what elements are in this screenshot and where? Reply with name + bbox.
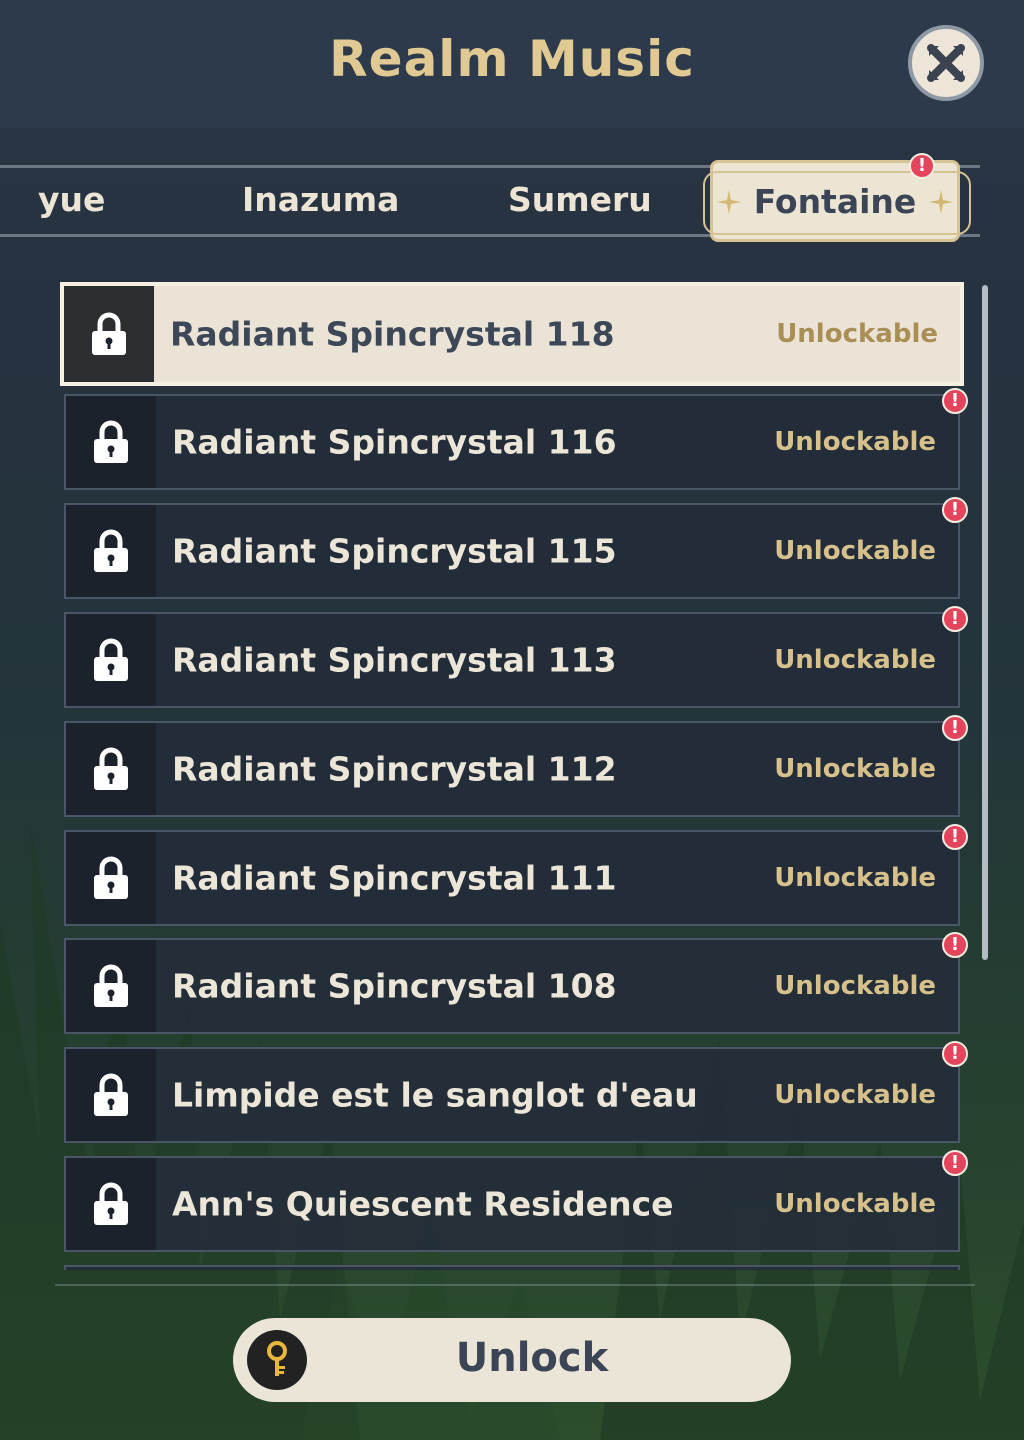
- tab-liyue[interactable]: yue: [38, 180, 105, 219]
- tab-sumeru[interactable]: Sumeru: [508, 180, 652, 219]
- lock-icon: [66, 723, 156, 815]
- list-item-title: Radiant Spincrystal 116: [172, 422, 617, 462]
- list-item-title: Ann's Quiescent Residence: [172, 1184, 674, 1224]
- list-item[interactable]: Radiant Spincrystal 116 Unlockable!: [64, 388, 968, 490]
- page-title: Realm Music: [329, 30, 695, 88]
- notification-badge: !: [942, 824, 968, 850]
- notification-badge: !: [942, 388, 968, 414]
- list-item-title: Radiant Spincrystal 108: [172, 966, 617, 1006]
- notification-badge: !: [942, 1150, 968, 1176]
- list-item-partial[interactable]: [64, 1265, 960, 1270]
- lock-icon: [66, 1049, 156, 1141]
- unlock-button[interactable]: Unlock: [233, 1318, 791, 1402]
- lock-icon: [66, 505, 156, 597]
- lock-icon: [66, 614, 156, 706]
- notification-badge: !: [942, 497, 968, 523]
- list-item[interactable]: Radiant Spincrystal 113 Unlockable!: [64, 606, 968, 708]
- list-item-title: Radiant Spincrystal 115: [172, 531, 617, 571]
- list-item-status: Unlockable: [774, 1080, 936, 1110]
- tab-inazuma[interactable]: Inazuma: [242, 180, 399, 219]
- list-item[interactable]: Radiant Spincrystal 115 Unlockable!: [64, 497, 968, 599]
- list-item-status: Unlockable: [774, 427, 936, 457]
- list-item-title: Limpide est le sanglot d'eau: [172, 1075, 698, 1115]
- sparkle-icon: [929, 190, 953, 214]
- notification-badge: !: [942, 932, 968, 958]
- list-item-status: Unlockable: [774, 754, 936, 784]
- list-item[interactable]: Radiant Spincrystal 111 Unlockable!: [64, 824, 968, 926]
- music-list: Radiant Spincrystal 118 Unlockable Radiant…: [60, 280, 970, 1270]
- lock-icon: [66, 1158, 156, 1250]
- scrollbar-thumb[interactable]: [982, 285, 988, 960]
- list-item-title: Radiant Spincrystal 112: [172, 749, 617, 789]
- list-item[interactable]: Radiant Spincrystal 108 Unlockable!: [64, 932, 968, 1034]
- list-item-status: Unlockable: [774, 971, 936, 1001]
- list-item-status: Unlockable: [774, 1189, 936, 1219]
- scrollbar[interactable]: [980, 285, 990, 1260]
- list-item-title: Radiant Spincrystal 118: [170, 314, 615, 354]
- tab-fontaine[interactable]: Fontaine !: [703, 153, 971, 242]
- notification-badge: !: [942, 606, 968, 632]
- list-item-status: Unlockable: [774, 863, 936, 893]
- divider: [55, 1284, 975, 1286]
- sparkle-icon: [717, 190, 741, 214]
- list-item-title: Radiant Spincrystal 113: [172, 640, 617, 680]
- tab-fontaine-label: Fontaine: [753, 181, 917, 221]
- lock-icon: [66, 832, 156, 924]
- close-button[interactable]: [908, 25, 984, 101]
- lock-icon: [64, 286, 154, 382]
- notification-badge: !: [942, 1041, 968, 1067]
- list-item[interactable]: Radiant Spincrystal 112 Unlockable!: [64, 715, 968, 817]
- list-item[interactable]: Limpide est le sanglot d'eau Unlockable!: [64, 1041, 968, 1143]
- notification-badge: !: [909, 153, 935, 179]
- unlock-button-label: Unlock: [455, 1335, 609, 1381]
- lock-icon: [66, 940, 156, 1032]
- list-item-status: Unlockable: [774, 536, 936, 566]
- header-bar: Realm Music: [0, 0, 1024, 128]
- list-item[interactable]: Radiant Spincrystal 118 Unlockable: [60, 282, 964, 386]
- list-item-status: Unlockable: [776, 319, 938, 349]
- lock-icon: [66, 396, 156, 488]
- list-item[interactable]: Ann's Quiescent Residence Unlockable!: [64, 1150, 968, 1252]
- list-item-title: Radiant Spincrystal 111: [172, 858, 617, 898]
- list-item-status: Unlockable: [774, 645, 936, 675]
- notification-badge: !: [942, 715, 968, 741]
- close-icon: [927, 44, 965, 82]
